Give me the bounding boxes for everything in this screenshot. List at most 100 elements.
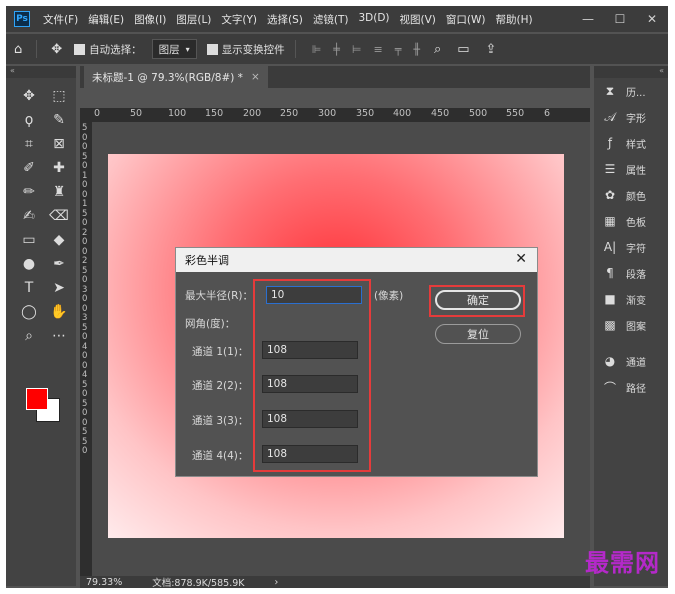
blur-tool-icon[interactable]: ◆ bbox=[44, 230, 74, 250]
frame-tool-icon[interactable]: ⊠ bbox=[44, 134, 74, 154]
swatches-icon: ▦ bbox=[604, 214, 616, 228]
panel-glyphs[interactable]: 𝒜 字形 bbox=[594, 104, 668, 130]
ruler-label: 0 bbox=[82, 218, 88, 228]
shape-tool-icon[interactable]: ◯ bbox=[14, 302, 44, 322]
zoom-tool-icon[interactable]: ⌕ bbox=[14, 326, 44, 346]
menu-window[interactable]: 窗口(W) bbox=[441, 12, 491, 27]
panel-properties[interactable]: ☰ 属性 bbox=[594, 156, 668, 182]
tool-grid: ✥ ⬚ ϙ ✎ ⌗ ⊠ ✐ ✚ ✏ ♜ ✍ ⌫ ▭ ◆ ● ✒ T ➤ ◯ ✋ … bbox=[6, 78, 76, 346]
panel-color[interactable]: ✿ 颜色 bbox=[594, 182, 668, 208]
align-left-icon[interactable]: ⊫ bbox=[312, 43, 322, 56]
auto-select-checkbox[interactable]: 自动选择： bbox=[74, 42, 142, 57]
panel-styles[interactable]: ƒ 样式 bbox=[594, 130, 668, 156]
panel-label: 色板 bbox=[626, 217, 646, 229]
horizontal-ruler: 0 50 100 150 200 250 300 350 400 450 500… bbox=[80, 108, 590, 122]
ok-button[interactable]: 确定 bbox=[435, 290, 521, 310]
move-tool-icon[interactable]: ✥ bbox=[14, 86, 44, 106]
menu-select[interactable]: 选择(S) bbox=[262, 12, 308, 27]
close-dialog-button[interactable]: ✕ bbox=[515, 251, 527, 267]
document-tab-title: 未标题-1 @ 79.3%(RGB/8#) * bbox=[92, 71, 243, 84]
max-radius-input[interactable] bbox=[266, 286, 362, 304]
move-tool-icon[interactable]: ✥ bbox=[51, 42, 62, 57]
panel-swatches[interactable]: ▦ 色板 bbox=[594, 208, 668, 234]
status-menu-arrow-icon[interactable]: › bbox=[275, 577, 279, 588]
crop-tool-icon[interactable]: ⌗ bbox=[14, 134, 44, 154]
panel-label: 渐变 bbox=[626, 295, 646, 307]
channel-3-input[interactable] bbox=[262, 410, 358, 428]
menu-help[interactable]: 帮助(H) bbox=[491, 12, 538, 27]
color-icon: ✿ bbox=[604, 188, 616, 202]
paths-icon: ⌒ bbox=[603, 380, 616, 395]
panel-paths[interactable]: ⌒ 路径 bbox=[594, 374, 668, 400]
minimize-button[interactable]: — bbox=[572, 6, 604, 32]
reset-button[interactable]: 复位 bbox=[435, 324, 521, 344]
healing-tool-icon[interactable]: ✚ bbox=[44, 158, 74, 178]
ruler-label: 0 bbox=[82, 237, 88, 247]
menu-3d[interactable]: 3D(D) bbox=[353, 12, 394, 27]
menu-type[interactable]: 文字(Y) bbox=[216, 12, 262, 27]
document-tab[interactable]: 未标题-1 @ 79.3%(RGB/8#) * × bbox=[84, 66, 268, 88]
lasso-tool-icon[interactable]: ϙ bbox=[14, 110, 44, 130]
dialog-title-bar: 彩色半调 ✕ bbox=[176, 248, 537, 272]
gradient-tool-icon[interactable]: ▭ bbox=[14, 230, 44, 250]
color-swatches[interactable] bbox=[22, 384, 62, 424]
panel-paragraph[interactable]: ¶ 段落 bbox=[594, 260, 668, 286]
checkbox-checked-icon bbox=[206, 43, 218, 55]
collapse-tools-icon[interactable]: « bbox=[6, 66, 76, 78]
dodge-tool-icon[interactable]: ● bbox=[14, 254, 44, 274]
align-right-icon[interactable]: ⊨ bbox=[352, 43, 362, 56]
channel-4-input[interactable] bbox=[262, 445, 358, 463]
panel-character[interactable]: A| 字符 bbox=[594, 234, 668, 260]
menu-view[interactable]: 视图(V) bbox=[395, 12, 441, 27]
ruler-label: 0 bbox=[82, 351, 88, 361]
eraser-tool-icon[interactable]: ⌫ bbox=[44, 206, 74, 226]
menu-file[interactable]: 文件(F) bbox=[38, 12, 83, 27]
align-center-icon[interactable]: ╪ bbox=[333, 43, 340, 56]
menu-layer[interactable]: 图层(L) bbox=[171, 12, 216, 27]
brush-tool-icon[interactable]: ✏ bbox=[14, 182, 44, 202]
panel-patterns[interactable]: ▩ 图案 bbox=[594, 312, 668, 338]
close-tab-icon[interactable]: × bbox=[251, 71, 260, 83]
path-select-tool-icon[interactable]: ➤ bbox=[44, 278, 74, 298]
menu-image[interactable]: 图像(I) bbox=[129, 12, 171, 27]
eyedropper-tool-icon[interactable]: ✐ bbox=[14, 158, 44, 178]
channel-2-input[interactable] bbox=[262, 375, 358, 393]
panel-label: 路径 bbox=[626, 383, 646, 395]
ruler-label: 3 bbox=[82, 313, 88, 323]
menu-filter[interactable]: 滤镜(T) bbox=[308, 12, 354, 27]
share-icon[interactable]: ⇪ bbox=[486, 42, 497, 57]
panel-history[interactable]: ⧗ 历... bbox=[594, 78, 668, 104]
quick-select-tool-icon[interactable]: ✎ bbox=[44, 110, 74, 130]
align-middle-icon[interactable]: ╫ bbox=[413, 43, 420, 56]
distribute-icon[interactable]: ≡ bbox=[374, 43, 383, 56]
search-icon[interactable]: ⌕ bbox=[434, 42, 441, 57]
show-transform-checkbox[interactable]: 显示变换控件 bbox=[206, 42, 285, 57]
ruler-label: 5 bbox=[82, 398, 88, 409]
pen-tool-icon[interactable]: ✒ bbox=[44, 254, 74, 274]
history-brush-tool-icon[interactable]: ✍ bbox=[14, 206, 44, 226]
type-tool-icon[interactable]: T bbox=[14, 278, 44, 298]
auto-select-target-select[interactable]: 图层 ▾ bbox=[151, 39, 197, 59]
hand-tool-icon[interactable]: ✋ bbox=[44, 302, 74, 322]
stamp-tool-icon[interactable]: ♜ bbox=[44, 182, 74, 202]
channel-1-input[interactable] bbox=[262, 341, 358, 359]
zoom-level[interactable]: 79.33% bbox=[86, 577, 122, 588]
more-tools-icon[interactable]: ⋯ bbox=[44, 326, 74, 346]
ruler-label: 250 bbox=[280, 108, 299, 119]
align-top-icon[interactable]: ╤ bbox=[395, 43, 402, 56]
panel-gradient[interactable]: ■ 渐变 bbox=[594, 286, 668, 312]
foreground-color-swatch[interactable] bbox=[26, 388, 48, 410]
channels-icon: ◕ bbox=[604, 354, 616, 368]
close-window-button[interactable]: ✕ bbox=[636, 6, 668, 32]
menu-edit[interactable]: 编辑(E) bbox=[83, 12, 129, 27]
workspace-icon[interactable]: ▭ bbox=[457, 42, 469, 57]
panel-channels[interactable]: ◕ 通道 bbox=[594, 348, 668, 374]
ruler-label: 0 bbox=[82, 446, 88, 456]
window-controls: — ☐ ✕ bbox=[572, 6, 668, 32]
ruler-label: 2 bbox=[82, 227, 88, 238]
ruler-label: 5 bbox=[82, 427, 88, 437]
collapse-panels-icon[interactable]: « bbox=[594, 66, 668, 78]
maximize-button[interactable]: ☐ bbox=[604, 6, 636, 32]
marquee-tool-icon[interactable]: ⬚ bbox=[44, 86, 74, 106]
home-icon[interactable]: ⌂ bbox=[14, 42, 22, 57]
